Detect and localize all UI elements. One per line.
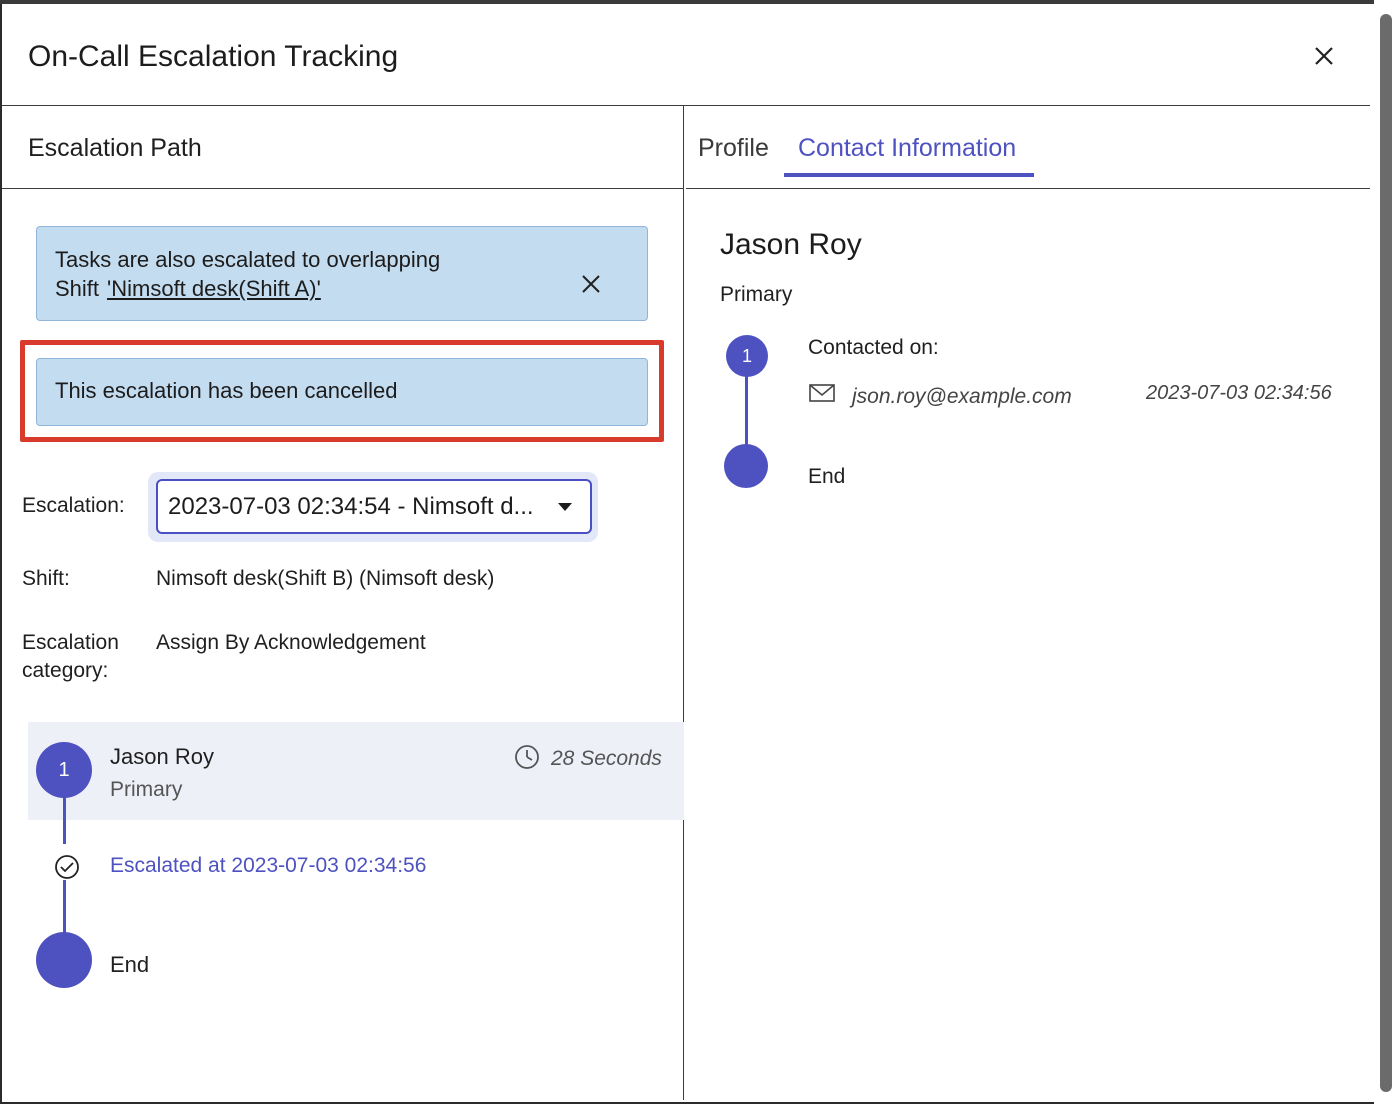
dialog-title: On-Call Escalation Tracking — [28, 40, 399, 73]
overlap-banner-text: Tasks are also escalated to overlapping … — [55, 245, 440, 303]
category-label: Escalation category: — [22, 629, 119, 685]
escalation-path-header: Escalation Path — [2, 106, 684, 189]
contact-email[interactable]: json.roy@example.com — [852, 385, 1072, 409]
shift-value: Nimsoft desk(Shift B) (Nimsoft desk) — [156, 567, 495, 590]
step-name: Jason Roy — [110, 744, 214, 769]
shift-label: Shift: — [22, 567, 70, 590]
escalation-path-title: Escalation Path — [28, 134, 202, 162]
escalated-at-text: Escalated at 2023-07-03 02:34:56 — [110, 854, 427, 877]
scrollbar-thumb[interactable] — [1380, 14, 1392, 1092]
overlap-banner-prefix: Shift — [55, 276, 100, 301]
escalation-select-value: 2023-07-03 02:34:54 - Nimsoft d... — [168, 493, 534, 520]
tab-contact-information[interactable]: Contact Information — [798, 134, 1016, 163]
detail-pane: Profile Contact Information Jason Roy Pr… — [686, 106, 1370, 1100]
clock-icon — [515, 745, 539, 769]
contact-name: Jason Roy — [720, 228, 862, 261]
check-circle-icon — [55, 855, 79, 879]
end-label: End — [110, 952, 150, 977]
escalation-select[interactable]: 2023-07-03 02:34:54 - Nimsoft d... — [156, 479, 592, 534]
overlap-banner-line1: Tasks are also escalated to overlapping — [55, 247, 441, 272]
overlap-shift-link[interactable]: 'Nimsoft desk(Shift A)' — [107, 276, 321, 301]
contact-end-node — [724, 444, 768, 488]
overlap-banner-line2: Shift 'Nimsoft desk(Shift A)' — [55, 274, 440, 303]
step-number-badge: 1 — [36, 742, 92, 798]
contact-step-badge: 1 — [726, 335, 768, 377]
active-tab-indicator — [784, 173, 1034, 177]
banner-close-button[interactable] — [579, 272, 603, 296]
close-button[interactable] — [1306, 38, 1342, 74]
step-role: Primary — [110, 778, 183, 801]
timeline-line — [63, 880, 66, 940]
contact-timeline-line — [745, 366, 748, 456]
timeline-line — [63, 790, 66, 844]
close-icon — [582, 275, 600, 293]
contact-timestamp: 2023-07-03 02:34:56 — [1146, 382, 1332, 404]
overlap-banner: Tasks are also escalated to overlapping … — [36, 226, 648, 321]
escalation-step-card[interactable] — [28, 722, 684, 820]
tab-profile[interactable]: Profile — [698, 134, 769, 163]
contacted-on-label: Contacted on: — [808, 336, 939, 359]
cancelled-banner: This escalation has been cancelled — [36, 358, 648, 426]
mail-icon — [809, 384, 835, 402]
escalation-select-focus-ring: 2023-07-03 02:34:54 - Nimsoft d... — [148, 472, 598, 542]
detail-tabs: Profile Contact Information — [686, 106, 1370, 189]
category-label-line2: category: — [22, 659, 109, 682]
step-duration: 28 Seconds — [551, 747, 662, 770]
caret-down-icon — [558, 503, 572, 511]
cancelled-banner-text: This escalation has been cancelled — [55, 378, 398, 403]
category-label-line1: Escalation — [22, 631, 119, 654]
contact-end-label: End — [808, 465, 846, 488]
close-icon — [1315, 47, 1333, 65]
dialog-header: On-Call Escalation Tracking — [2, 4, 1370, 106]
category-value: Assign By Acknowledgement — [156, 631, 426, 654]
escalation-label: Escalation: — [22, 494, 125, 517]
escalation-path-pane: Escalation Path Tasks are also escalated… — [2, 106, 684, 1100]
scrollbar[interactable] — [1374, 0, 1400, 1104]
contact-role: Primary — [720, 283, 793, 306]
end-node — [36, 932, 92, 988]
